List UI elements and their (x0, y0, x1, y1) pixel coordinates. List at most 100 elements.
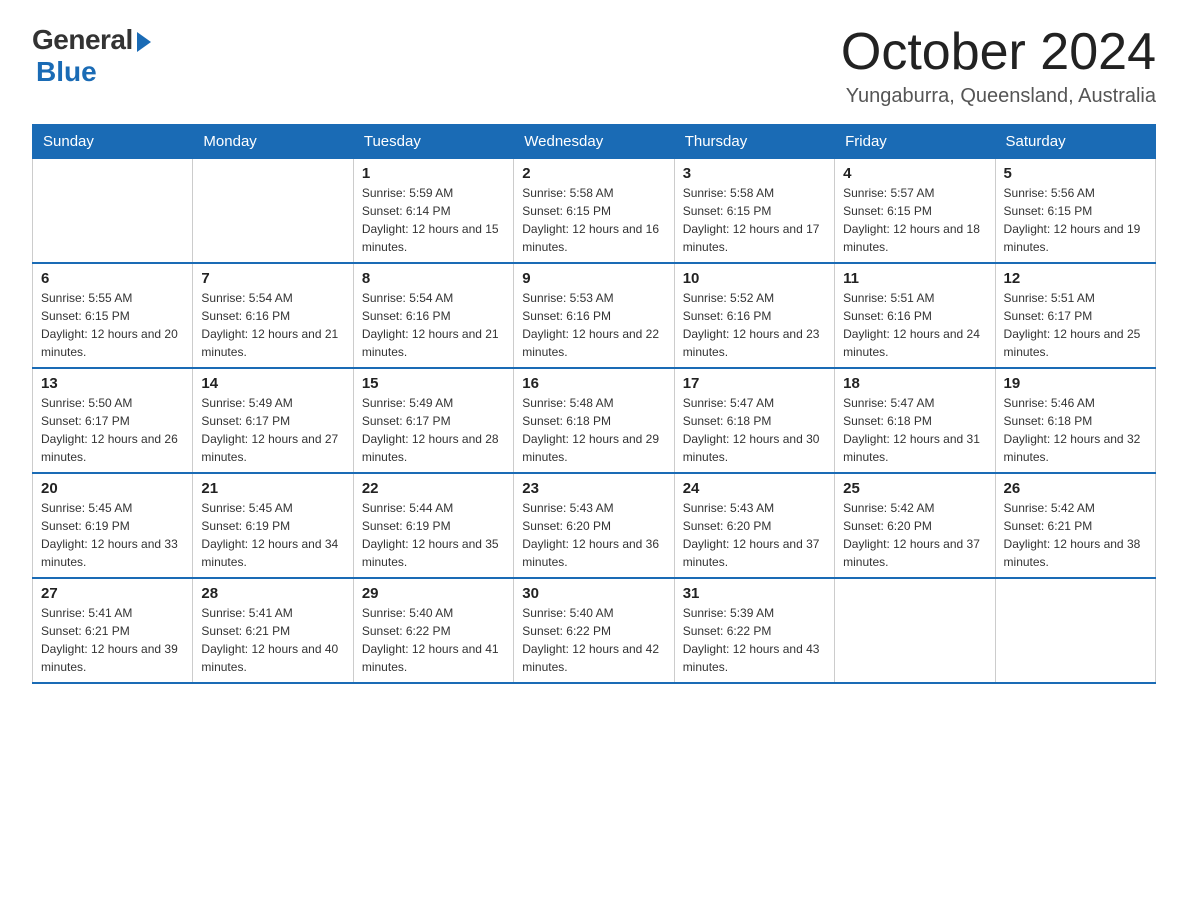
day-number: 30 (522, 585, 665, 602)
calendar-cell: 22Sunrise: 5:44 AMSunset: 6:19 PMDayligh… (353, 473, 513, 578)
calendar-cell (995, 578, 1155, 683)
day-info: Sunrise: 5:39 AMSunset: 6:22 PMDaylight:… (683, 604, 826, 676)
header-wednesday: Wednesday (514, 125, 674, 159)
day-info: Sunrise: 5:49 AMSunset: 6:17 PMDaylight:… (201, 394, 344, 466)
day-number: 23 (522, 480, 665, 497)
calendar-cell: 6 Sunrise: 5:55 AMSunset: 6:15 PMDaylight… (33, 263, 193, 368)
calendar-week-4: 27 Sunrise: 5:41 AMSunset: 6:21 PMDayligh… (33, 578, 1156, 683)
calendar-cell: 7 Sunrise: 5:54 AMSunset: 6:16 PMDaylight… (193, 263, 353, 368)
calendar-cell: 15Sunrise: 5:49 AMSunset: 6:17 PMDayligh… (353, 368, 513, 473)
calendar-cell: 18 Sunrise: 5:47 AMSunset: 6:18 PMDayligh… (835, 368, 995, 473)
calendar-cell: 21Sunrise: 5:45 AMSunset: 6:19 PMDayligh… (193, 473, 353, 578)
day-number: 4 (843, 165, 986, 182)
day-info: Sunrise: 5:51 AMSunset: 6:16 PMDaylight:… (843, 289, 986, 361)
day-info: Sunrise: 5:40 AMSunset: 6:22 PMDaylight:… (362, 604, 505, 676)
day-info: Sunrise: 5:56 AMSunset: 6:15 PMDaylight:… (1004, 184, 1147, 256)
header-tuesday: Tuesday (353, 125, 513, 159)
day-number: 24 (683, 480, 826, 497)
location: Yungaburra, Queensland, Australia (841, 85, 1156, 108)
calendar-cell: 12 Sunrise: 5:51 AMSunset: 6:17 PMDayligh… (995, 263, 1155, 368)
day-info: Sunrise: 5:42 AMSunset: 6:20 PMDaylight:… (843, 499, 986, 571)
header-saturday: Saturday (995, 125, 1155, 159)
day-number: 13 (41, 375, 184, 392)
day-number: 9 (522, 270, 665, 287)
day-number: 14 (201, 375, 344, 392)
day-number: 25 (843, 480, 986, 497)
calendar-cell: 29 Sunrise: 5:40 AMSunset: 6:22 PMDayligh… (353, 578, 513, 683)
day-info: Sunrise: 5:47 AMSunset: 6:18 PMDaylight:… (683, 394, 826, 466)
calendar-cell: 26Sunrise: 5:42 AMSunset: 6:21 PMDayligh… (995, 473, 1155, 578)
day-info: Sunrise: 5:42 AMSunset: 6:21 PMDaylight:… (1004, 499, 1147, 571)
header-sunday: Sunday (33, 125, 193, 159)
calendar-cell: 10 Sunrise: 5:52 AMSunset: 6:16 PMDayligh… (674, 263, 834, 368)
header-thursday: Thursday (674, 125, 834, 159)
day-info: Sunrise: 5:43 AMSunset: 6:20 PMDaylight:… (522, 499, 665, 571)
calendar-cell: 2 Sunrise: 5:58 AMSunset: 6:15 PMDaylight… (514, 159, 674, 264)
calendar-cell: 31 Sunrise: 5:39 AMSunset: 6:22 PMDayligh… (674, 578, 834, 683)
day-info: Sunrise: 5:58 AMSunset: 6:15 PMDaylight:… (683, 184, 826, 256)
calendar-cell: 4 Sunrise: 5:57 AMSunset: 6:15 PMDaylight… (835, 159, 995, 264)
calendar-cell: 9 Sunrise: 5:53 AMSunset: 6:16 PMDaylight… (514, 263, 674, 368)
calendar-week-0: 1 Sunrise: 5:59 AMSunset: 6:14 PMDaylight… (33, 159, 1156, 264)
day-info: Sunrise: 5:47 AMSunset: 6:18 PMDaylight:… (843, 394, 986, 466)
day-number: 29 (362, 585, 505, 602)
calendar-cell: 11 Sunrise: 5:51 AMSunset: 6:16 PMDayligh… (835, 263, 995, 368)
calendar-cell: 3 Sunrise: 5:58 AMSunset: 6:15 PMDaylight… (674, 159, 834, 264)
calendar-cell: 30 Sunrise: 5:40 AMSunset: 6:22 PMDayligh… (514, 578, 674, 683)
day-info: Sunrise: 5:58 AMSunset: 6:15 PMDaylight:… (522, 184, 665, 256)
calendar-cell (835, 578, 995, 683)
day-info: Sunrise: 5:52 AMSunset: 6:16 PMDaylight:… (683, 289, 826, 361)
day-number: 5 (1004, 165, 1147, 182)
day-number: 7 (201, 270, 344, 287)
day-info: Sunrise: 5:59 AMSunset: 6:14 PMDaylight:… (362, 184, 505, 256)
day-info: Sunrise: 5:57 AMSunset: 6:15 PMDaylight:… (843, 184, 986, 256)
day-info: Sunrise: 5:55 AMSunset: 6:15 PMDaylight:… (41, 289, 184, 361)
day-info: Sunrise: 5:45 AMSunset: 6:19 PMDaylight:… (41, 499, 184, 571)
header-monday: Monday (193, 125, 353, 159)
day-info: Sunrise: 5:40 AMSunset: 6:22 PMDaylight:… (522, 604, 665, 676)
day-number: 6 (41, 270, 184, 287)
day-number: 12 (1004, 270, 1147, 287)
day-number: 3 (683, 165, 826, 182)
calendar-cell: 23 Sunrise: 5:43 AMSunset: 6:20 PMDayligh… (514, 473, 674, 578)
day-number: 18 (843, 375, 986, 392)
day-number: 28 (201, 585, 344, 602)
day-info: Sunrise: 5:50 AMSunset: 6:17 PMDaylight:… (41, 394, 184, 466)
title-section: October 2024 Yungaburra, Queensland, Aus… (841, 24, 1156, 108)
day-number: 31 (683, 585, 826, 602)
day-number: 1 (362, 165, 505, 182)
day-number: 21 (201, 480, 344, 497)
day-number: 8 (362, 270, 505, 287)
calendar-cell: 5 Sunrise: 5:56 AMSunset: 6:15 PMDaylight… (995, 159, 1155, 264)
calendar-week-2: 13 Sunrise: 5:50 AMSunset: 6:17 PMDayligh… (33, 368, 1156, 473)
header-friday: Friday (835, 125, 995, 159)
page-header: General Blue October 2024 Yungaburra, Qu… (32, 24, 1156, 108)
calendar-table: SundayMondayTuesdayWednesdayThursdayFrid… (32, 124, 1156, 684)
calendar-week-1: 6 Sunrise: 5:55 AMSunset: 6:15 PMDaylight… (33, 263, 1156, 368)
calendar-cell: 25 Sunrise: 5:42 AMSunset: 6:20 PMDayligh… (835, 473, 995, 578)
day-number: 16 (522, 375, 665, 392)
day-number: 19 (1004, 375, 1147, 392)
day-number: 2 (522, 165, 665, 182)
day-number: 10 (683, 270, 826, 287)
calendar-cell: 16 Sunrise: 5:48 AMSunset: 6:18 PMDayligh… (514, 368, 674, 473)
calendar-cell: 19Sunrise: 5:46 AMSunset: 6:18 PMDayligh… (995, 368, 1155, 473)
day-info: Sunrise: 5:48 AMSunset: 6:18 PMDaylight:… (522, 394, 665, 466)
day-info: Sunrise: 5:53 AMSunset: 6:16 PMDaylight:… (522, 289, 665, 361)
calendar-cell: 27 Sunrise: 5:41 AMSunset: 6:21 PMDayligh… (33, 578, 193, 683)
day-info: Sunrise: 5:41 AMSunset: 6:21 PMDaylight:… (41, 604, 184, 676)
logo: General Blue (32, 24, 151, 88)
calendar-week-3: 20Sunrise: 5:45 AMSunset: 6:19 PMDayligh… (33, 473, 1156, 578)
day-number: 11 (843, 270, 986, 287)
calendar-cell: 20Sunrise: 5:45 AMSunset: 6:19 PMDayligh… (33, 473, 193, 578)
day-info: Sunrise: 5:51 AMSunset: 6:17 PMDaylight:… (1004, 289, 1147, 361)
day-number: 27 (41, 585, 184, 602)
calendar-cell: 13 Sunrise: 5:50 AMSunset: 6:17 PMDayligh… (33, 368, 193, 473)
day-info: Sunrise: 5:49 AMSunset: 6:17 PMDaylight:… (362, 394, 505, 466)
calendar-header-row: SundayMondayTuesdayWednesdayThursdayFrid… (33, 125, 1156, 159)
day-info: Sunrise: 5:54 AMSunset: 6:16 PMDaylight:… (362, 289, 505, 361)
day-info: Sunrise: 5:54 AMSunset: 6:16 PMDaylight:… (201, 289, 344, 361)
calendar-cell: 1 Sunrise: 5:59 AMSunset: 6:14 PMDaylight… (353, 159, 513, 264)
calendar-cell: 14 Sunrise: 5:49 AMSunset: 6:17 PMDayligh… (193, 368, 353, 473)
calendar-cell: 17Sunrise: 5:47 AMSunset: 6:18 PMDayligh… (674, 368, 834, 473)
